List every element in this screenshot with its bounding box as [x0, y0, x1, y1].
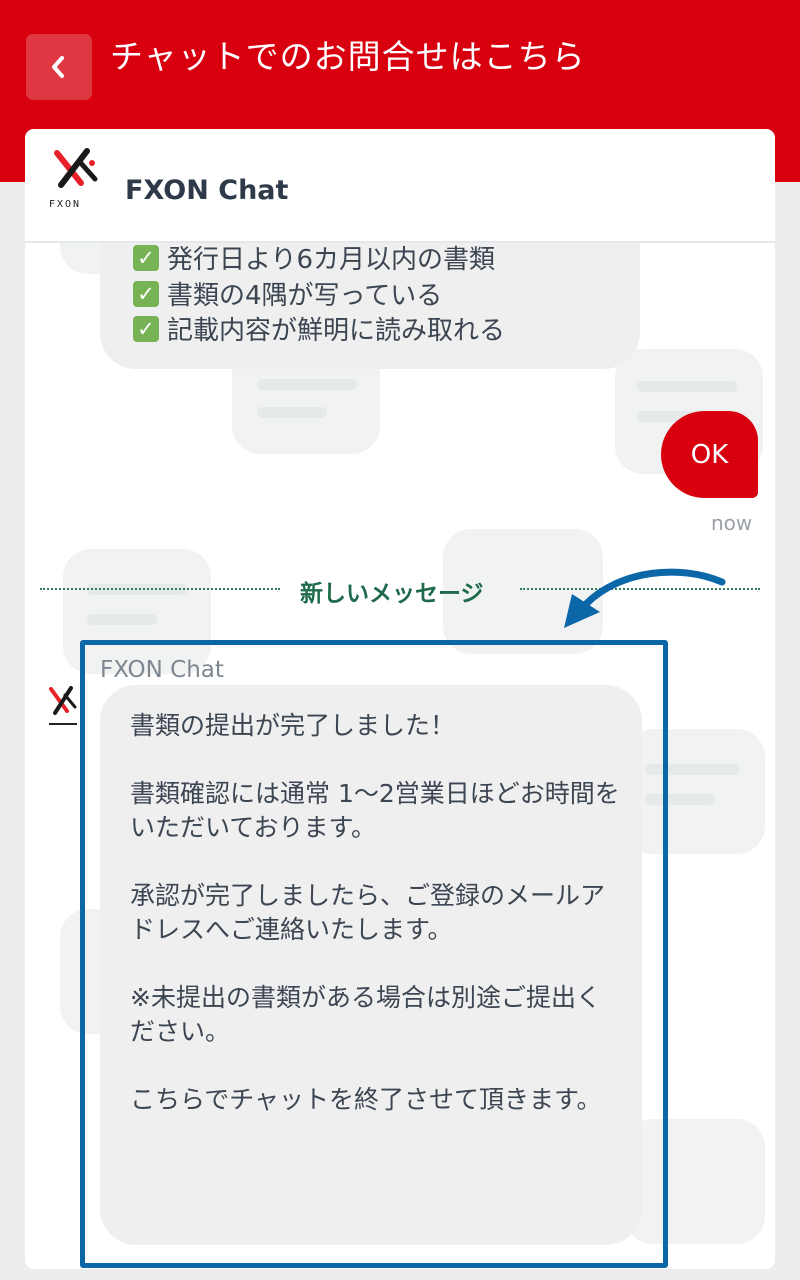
message-paragraph: 承認が完了しましたら、ご登録のメールアドレスへご連絡いたします。 [130, 881, 606, 944]
message-list[interactable]: ✓ 発行日より6カ月以内の書類 ✓ 書類の4隅が写っている ✓ 記載内容が鮮明に… [25, 129, 775, 1269]
chat-screen: チャットでのお問合せはこちら FXON FXON Chat ✓ 発行日より6カ月… [0, 0, 800, 1280]
annotation-arrow-icon [564, 568, 726, 628]
chat-header: FXON FXON Chat [25, 129, 775, 243]
checklist-item: ✓ 書類の4隅が写っている [133, 275, 442, 312]
message-paragraph: こちらでチャットを終了させて頂きます。 [130, 1085, 602, 1114]
checklist-item-text: 発行日より6カ月以内の書類 [167, 245, 496, 275]
checklist-item: ✓ 発行日より6カ月以内の書類 [133, 239, 495, 276]
bot-message-text: 書類の提出が完了しました！ 書類確認には通常 1～2営業日ほどお時間をいただいて… [130, 709, 620, 1117]
new-messages-label: 新しいメッセージ [300, 581, 484, 607]
check-box-icon: ✓ [133, 244, 159, 271]
chat-title: FXON Chat [125, 175, 289, 206]
divider-left [40, 588, 280, 590]
user-message-bubble: OK [661, 411, 758, 498]
back-button[interactable] [26, 34, 92, 100]
check-box-icon: ✓ [133, 315, 159, 342]
checklist-item-text: 記載内容が鮮明に読み取れる [167, 316, 506, 346]
message-paragraph: ※未提出の書類がある場合は別途ご提出ください。 [130, 983, 601, 1046]
message-paragraph: 書類の提出が完了しました！ [130, 711, 456, 740]
check-box-icon: ✓ [133, 280, 159, 307]
sender-name: FXON Chat [100, 657, 224, 683]
message-paragraph: 書類確認には通常 1～2営業日ほどお時間をいただいております。 [130, 779, 620, 842]
checklist-item-text: 書類の4隅が写っている [167, 281, 443, 311]
chevron-left-icon [52, 56, 64, 78]
message-timestamp: now [711, 511, 753, 535]
chat-window: FXON FXON Chat ✓ 発行日より6カ月以内の書類 ✓ 書類の4隅が写… [25, 129, 775, 1269]
bot-avatar-icon [49, 686, 77, 725]
page-title: チャットでのお問合せはこちら [110, 37, 586, 76]
checklist-item: ✓ 記載内容が鮮明に読み取れる [133, 310, 505, 347]
logo-wordmark: FXON [49, 199, 82, 210]
